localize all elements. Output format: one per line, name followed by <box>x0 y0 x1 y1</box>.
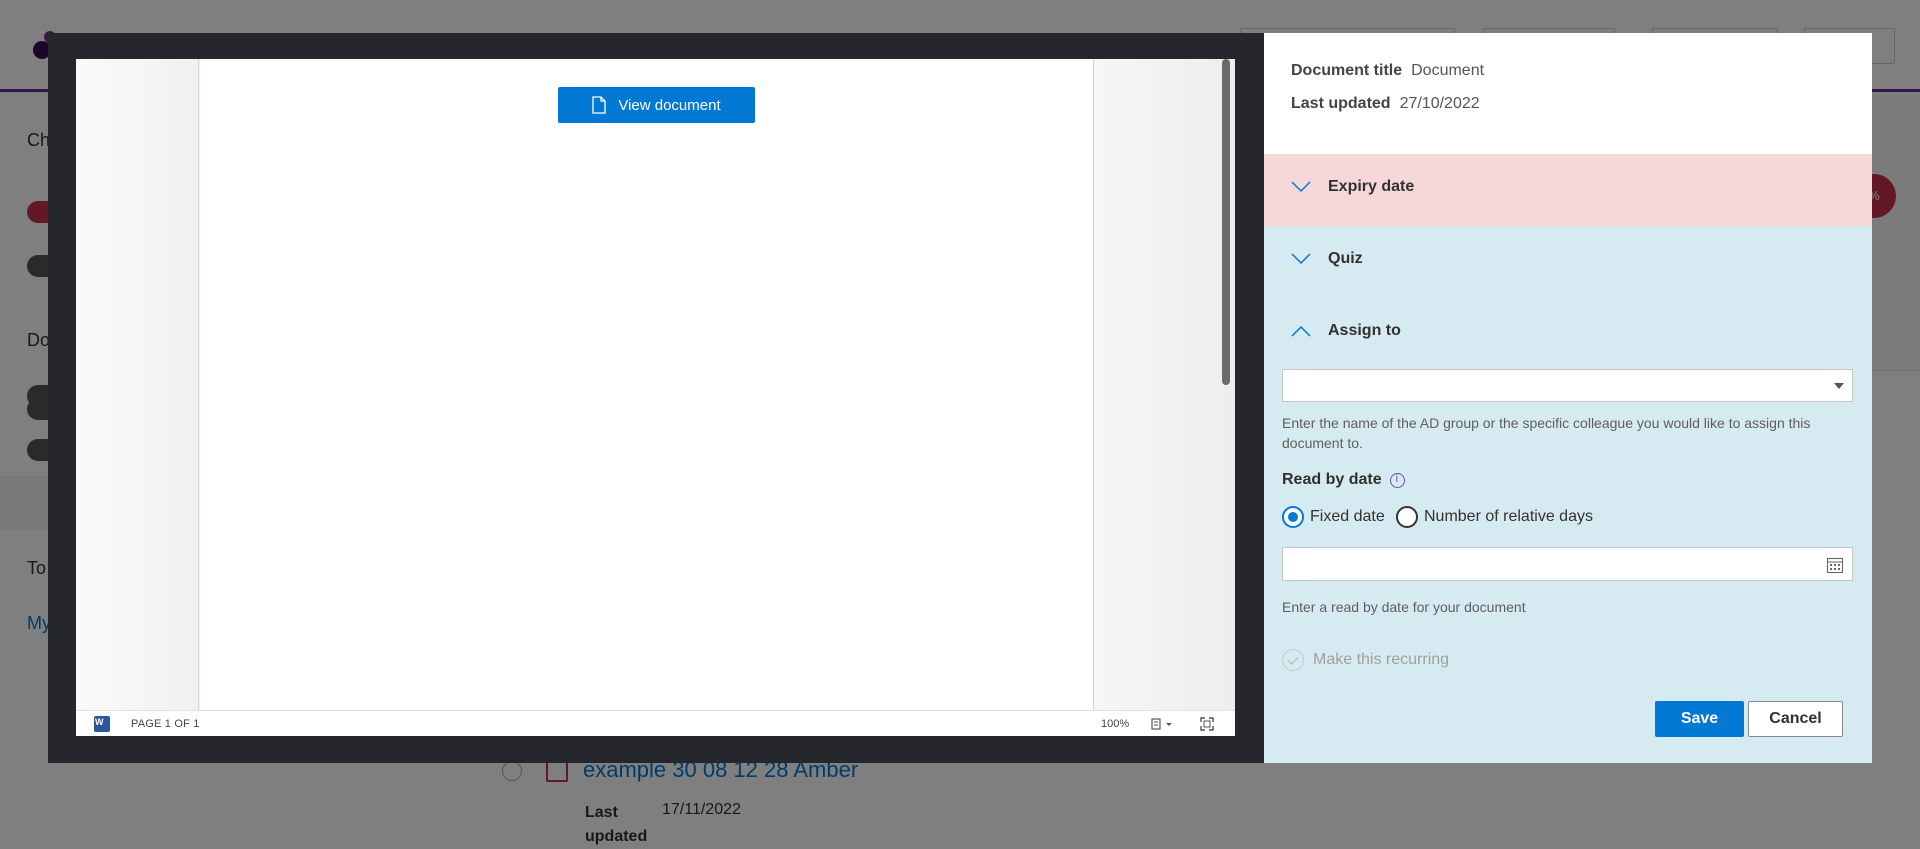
viewer-status-bar: PAGE 1 OF 1 100% <box>76 710 1235 736</box>
word-app-icon <box>94 716 110 732</box>
view-document-label: View document <box>618 96 721 114</box>
fixed-date-radio[interactable]: Fixed date <box>1282 506 1385 528</box>
document-preview-frame: View document PAGE 1 OF 1 100% <box>76 59 1235 736</box>
zoom-level[interactable]: 100% <box>1101 718 1129 730</box>
fixed-date-label: Fixed date <box>1310 508 1385 525</box>
read-by-help-text: Enter a read by date for your document <box>1282 599 1526 615</box>
document-page <box>200 59 1093 710</box>
document-icon <box>592 96 606 114</box>
document-title-value: Document <box>1411 62 1485 79</box>
cancel-button[interactable]: Cancel <box>1748 701 1843 737</box>
last-updated-value: 27/10/2022 <box>1399 95 1480 112</box>
viewer-scrollbar[interactable] <box>1222 59 1230 385</box>
dropdown-caret-icon[interactable] <box>1834 383 1844 389</box>
document-title-row: Document title Document <box>1291 62 1484 80</box>
assignee-combobox[interactable] <box>1282 369 1853 402</box>
chevron-up-icon <box>1291 325 1311 337</box>
page-margin-left <box>76 59 199 710</box>
view-layout-icon[interactable] <box>1150 716 1176 732</box>
last-updated-row: Last updated 27/10/2022 <box>1291 95 1480 113</box>
relative-days-label: Number of relative days <box>1424 508 1593 525</box>
make-recurring-checkbox[interactable]: Make this recurring <box>1282 649 1449 671</box>
quiz-toggle[interactable]: Quiz <box>1291 250 1363 268</box>
assign-to-heading: Assign to <box>1328 322 1401 339</box>
chevron-down-icon <box>1291 253 1311 265</box>
expiry-date-toggle[interactable]: Expiry date <box>1291 178 1414 196</box>
assign-to-toggle[interactable]: Assign to <box>1291 322 1401 340</box>
radio-selected-icon[interactable] <box>1282 506 1304 528</box>
relative-days-radio[interactable]: Number of relative days <box>1396 506 1593 528</box>
quiz-heading: Quiz <box>1328 250 1363 267</box>
read-by-date-input[interactable] <box>1282 547 1853 581</box>
read-by-date-label: Read by date <box>1282 471 1405 489</box>
info-icon[interactable] <box>1389 472 1405 488</box>
make-recurring-label: Make this recurring <box>1313 651 1450 668</box>
check-circle-icon[interactable] <box>1282 649 1304 671</box>
document-settings-panel: Document title Document Last updated 27/10… <box>1264 33 1872 763</box>
page-indicator: PAGE 1 OF 1 <box>131 718 200 730</box>
view-document-button[interactable]: View document <box>558 87 755 123</box>
save-button[interactable]: Save <box>1655 701 1744 737</box>
expiry-date-heading: Expiry date <box>1328 178 1415 195</box>
page-margin-right <box>1093 59 1235 710</box>
chevron-down-icon <box>1291 181 1311 193</box>
document-meta: Document title Document Last updated 27/10… <box>1264 33 1872 154</box>
fullscreen-icon[interactable] <box>1199 716 1215 732</box>
calendar-icon[interactable] <box>1826 556 1844 574</box>
document-title-label: Document title <box>1291 62 1403 79</box>
radio-unselected-icon[interactable] <box>1396 506 1418 528</box>
assign-help-text: Enter the name of the AD group or the sp… <box>1282 415 1811 451</box>
last-updated-label: Last updated <box>1291 95 1391 112</box>
read-by-date-text: Read by date <box>1282 471 1382 488</box>
